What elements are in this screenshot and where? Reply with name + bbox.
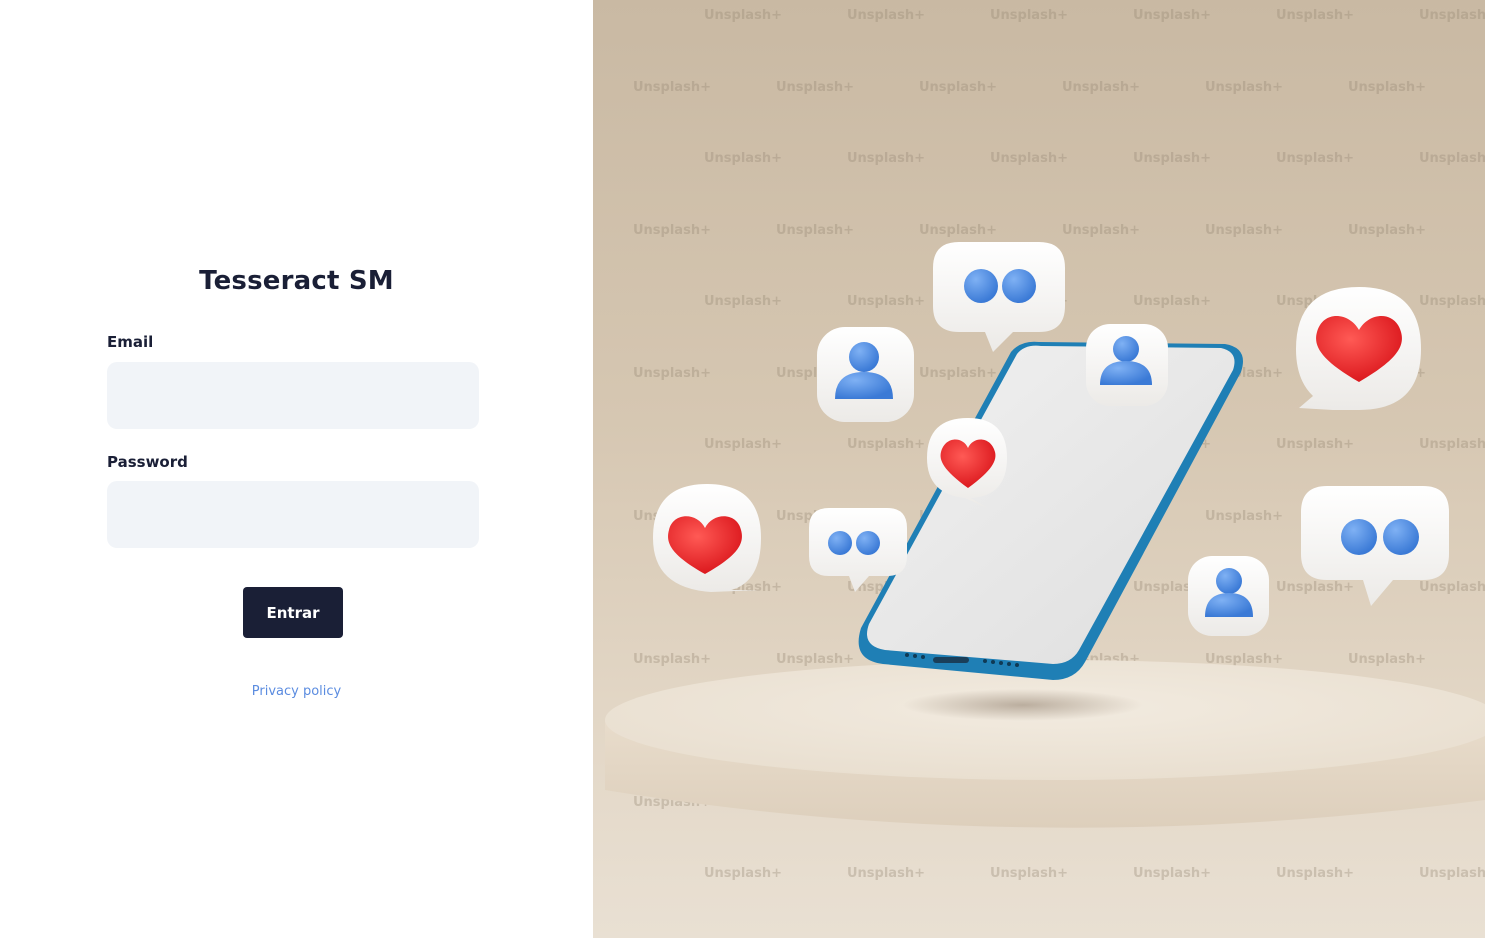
user-bubble-icon	[1188, 556, 1269, 636]
password-label: Password	[107, 453, 188, 471]
hero-image: Unsplash+ Unsplash+ Unsplash+ Unsplash+ Unsp…	[593, 0, 1485, 938]
page-title: Tesseract SM	[199, 266, 394, 296]
submit-button[interactable]: Entrar	[243, 587, 343, 638]
login-page: Tesseract SM Email Password Entrar Priva…	[0, 0, 1485, 938]
user-bubble-icon	[817, 327, 914, 422]
chat-dots-bubble-icon	[933, 242, 1065, 352]
privacy-policy-link[interactable]: Privacy policy	[0, 684, 593, 699]
email-label: Email	[107, 333, 154, 351]
heart-bubble-icon	[653, 484, 761, 592]
email-field[interactable]	[107, 362, 479, 429]
hero-illustration	[605, 242, 1485, 828]
login-panel: Tesseract SM Email Password Entrar Priva…	[0, 0, 593, 938]
heart-bubble-icon	[1296, 287, 1421, 410]
user-bubble-icon	[1086, 324, 1168, 406]
smartphone-icon	[858, 341, 1243, 680]
password-field[interactable]	[107, 481, 479, 548]
chat-dots-bubble-icon	[1301, 486, 1449, 606]
podium-icon	[605, 660, 1485, 828]
